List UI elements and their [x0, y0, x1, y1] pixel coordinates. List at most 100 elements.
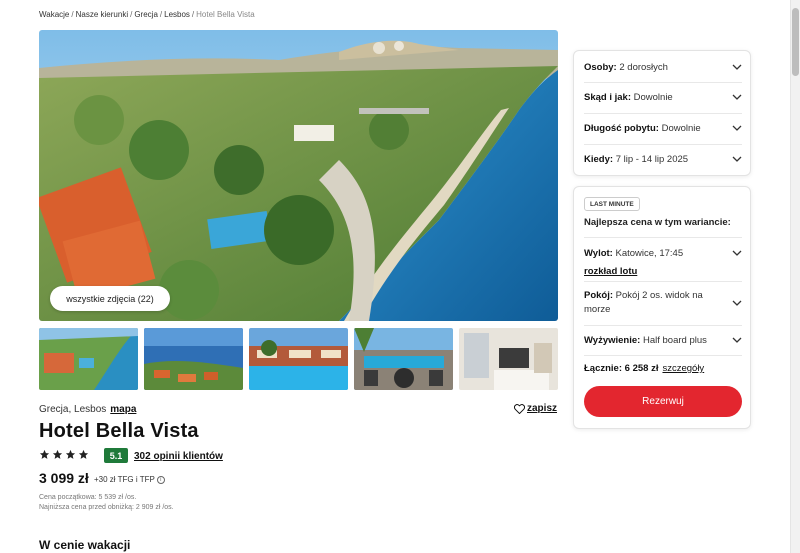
reviews-link[interactable]: 302 opinii klientów — [134, 451, 223, 462]
thumbnail-image — [39, 328, 138, 390]
chevron-down-icon — [732, 94, 742, 100]
flight-schedule-link[interactable]: rozkład lotu — [584, 266, 637, 277]
dates-text: Kiedy: 7 lip - 14 lip 2025 — [584, 154, 688, 165]
initial-price-note: Cena początkowa: 5 539 zł /os. — [39, 494, 137, 501]
divider — [584, 113, 742, 114]
flight-value: Katowice, 17:45 — [615, 247, 684, 259]
divider — [584, 325, 742, 326]
star-rating — [39, 449, 89, 460]
dates-label: Kiedy: — [584, 153, 614, 165]
breadcrumb-separator: / — [159, 10, 163, 19]
breadcrumb: Wakacje / Nasze kierunki / Grecja / Lesbos / Hot… — [39, 10, 255, 19]
board-label: Wyżywienie: — [584, 334, 641, 346]
reserve-button[interactable]: Rezerwuj — [584, 386, 742, 417]
thumbnail-terrace-pool[interactable] — [354, 328, 453, 390]
chevron-down-icon — [732, 337, 742, 343]
thumbnail-image — [249, 328, 348, 390]
thumbnail-coast-town[interactable] — [144, 328, 243, 390]
divider — [584, 355, 742, 356]
flight-select[interactable]: Wylot: Katowice, 17:45 — [584, 245, 742, 261]
hotel-name: Hotel Bella Vista — [39, 420, 199, 442]
rating-badge: 5.1 — [104, 448, 128, 463]
total-price: Łącznie: 6 258 zł szczegóły — [584, 363, 704, 374]
hotel-location: Grecja, Lesbos mapa — [39, 404, 136, 415]
thumbnail-beach-aerial[interactable] — [39, 328, 138, 390]
price-main: 3 099 zł — [39, 470, 89, 486]
star-icon — [65, 449, 76, 459]
star-icon — [52, 449, 63, 459]
best-price-heading: Najlepsza cena w tym wariancie: — [584, 217, 731, 228]
breadcrumb-item[interactable]: Wakacje — [39, 10, 69, 19]
persons-text: Osoby: 2 dorosłych — [584, 62, 668, 73]
price-extra-text: +30 zł TFG i TFP — [94, 475, 155, 484]
star-icon — [78, 449, 89, 459]
chevron-down-icon — [732, 300, 742, 306]
departure-text: Skąd i jak: Dowolnie — [584, 92, 673, 103]
duration-value: Dowolnie — [661, 122, 701, 134]
breadcrumb-separator: / — [71, 10, 74, 19]
page: Wakacje / Nasze kierunki / Grecja / Lesbos / Hot… — [0, 0, 790, 553]
thumbnail-image — [459, 328, 558, 390]
divider — [584, 82, 742, 83]
chevron-down-icon — [732, 125, 742, 131]
lowest-price-note: Najniższa cena przed obniżką: 2 909 zł /… — [39, 504, 174, 511]
persons-value: 2 dorosłych — [619, 61, 668, 73]
board-value: Half board plus — [642, 334, 707, 346]
info-icon[interactable]: i — [156, 475, 165, 484]
divider — [584, 237, 742, 238]
chevron-down-icon — [732, 64, 742, 70]
hero-photo[interactable] — [39, 30, 558, 321]
all-photos-button[interactable]: wszystkie zdjęcia (22) — [50, 286, 170, 311]
thumbnail-strip — [39, 328, 558, 390]
departure-select[interactable]: Skąd i jak: Dowolnie — [584, 89, 742, 105]
departure-label: Skąd i jak: — [584, 91, 631, 103]
breadcrumb-item[interactable]: Grecja — [134, 10, 158, 19]
breadcrumb-current: Hotel Bella Vista — [196, 10, 255, 19]
breadcrumb-item[interactable]: Nasze kierunki — [76, 10, 128, 19]
dates-value: 7 lip - 14 lip 2025 — [615, 153, 689, 165]
breadcrumb-item[interactable]: Lesbos — [164, 10, 190, 19]
scrollbar[interactable] — [790, 0, 800, 553]
flight-schedule-row: rozkład lotu — [584, 261, 637, 279]
duration-label: Długość pobytu: — [584, 122, 659, 134]
details-link[interactable]: szczegóły — [662, 363, 704, 374]
breadcrumb-separator: / — [191, 10, 195, 19]
persons-label: Osoby: — [584, 61, 617, 73]
room-select[interactable]: Pokój: Pokój 2 os. widok na morze — [584, 288, 742, 318]
departure-value: Dowolnie — [633, 91, 673, 103]
chevron-down-icon — [732, 250, 742, 256]
room-text: Pokój: Pokój 2 os. widok na morze — [584, 289, 714, 317]
location-text: Grecja, Lesbos — [39, 404, 107, 415]
heart-icon — [514, 403, 525, 414]
duration-text: Długość pobytu: Dowolnie — [584, 123, 701, 134]
search-panel: Osoby: 2 dorosłych Skąd i jak: Dowolnie … — [573, 50, 751, 176]
total-label: Łącznie: — [584, 363, 623, 374]
room-label: Pokój: — [584, 290, 614, 301]
scrollbar-thumb[interactable] — [792, 8, 799, 76]
flight-text: Wylot: Katowice, 17:45 — [584, 248, 683, 259]
board-text: Wyżywienie: Half board plus — [584, 335, 707, 346]
divider — [584, 144, 742, 145]
hero-photo-illustration — [39, 30, 558, 321]
flight-label: Wylot: — [584, 247, 613, 259]
divider — [584, 281, 742, 282]
board-select[interactable]: Wyżywienie: Half board plus — [584, 332, 742, 348]
duration-select[interactable]: Długość pobytu: Dowolnie — [584, 120, 742, 136]
last-minute-badge: LAST MINUTE — [584, 197, 640, 211]
star-icon — [39, 449, 50, 459]
thumbnail-image — [354, 328, 453, 390]
dates-select[interactable]: Kiedy: 7 lip - 14 lip 2025 — [584, 151, 742, 167]
save-button[interactable]: zapisz — [514, 403, 557, 414]
persons-select[interactable]: Osoby: 2 dorosłych — [584, 59, 742, 75]
price-extra: +30 zł TFG i TFP i — [94, 475, 165, 484]
save-label: zapisz — [527, 403, 558, 414]
thumbnail-hotel-room[interactable] — [459, 328, 558, 390]
chevron-down-icon — [732, 156, 742, 162]
section-title: W cenie wakacji — [39, 538, 131, 552]
thumbnail-pool-resort[interactable] — [249, 328, 348, 390]
thumbnail-image — [144, 328, 243, 390]
total-value: 6 258 zł — [624, 363, 659, 374]
offer-panel: LAST MINUTE Najlepsza cena w tym warianc… — [573, 186, 751, 429]
map-link[interactable]: mapa — [110, 404, 136, 415]
breadcrumb-separator: / — [130, 10, 133, 19]
